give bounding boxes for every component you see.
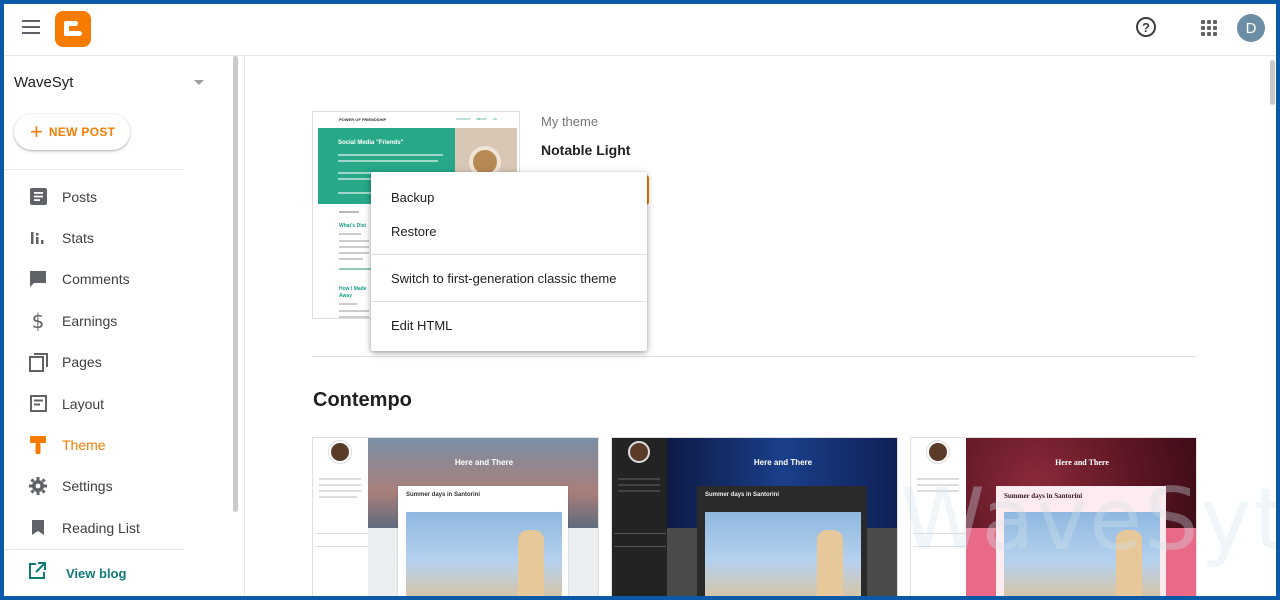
theme-icon	[28, 435, 48, 455]
gear-icon	[28, 476, 48, 496]
comments-icon	[28, 269, 48, 289]
blog-name[interactable]: WaveSyt	[14, 74, 73, 91]
sidebar-item-label: Pages	[62, 354, 102, 371]
card-header-title: Here and There	[1055, 458, 1109, 467]
sidebar-item-pages[interactable]: Pages	[0, 342, 232, 383]
my-theme-label: My theme	[541, 114, 599, 129]
bookmark-icon	[28, 518, 48, 538]
menu-item-switch-classic[interactable]: Switch to first-generation classic theme	[371, 261, 647, 295]
thumb-blog-title: POWER OF FRIENDSHIP	[339, 117, 387, 122]
section-title: Contempo	[313, 389, 412, 411]
sidebar: WaveSyt + NEW POST Posts Stats Comments	[0, 56, 240, 600]
account-avatar[interactable]: D	[1237, 14, 1265, 42]
pages-icon	[28, 352, 48, 372]
hamburger-menu-icon[interactable]	[22, 20, 40, 34]
sidebar-item-label: Settings	[62, 478, 113, 495]
main-scrollbar[interactable]	[1270, 60, 1275, 105]
theme-card[interactable]: Here and There Summer days in Santorini	[910, 437, 1197, 600]
view-blog-label: View blog	[66, 566, 127, 581]
sidebar-item-label: Comments	[62, 271, 130, 288]
dollar-icon: $	[31, 308, 45, 333]
sidebar-item-label: Theme	[62, 437, 106, 454]
menu-item-edit-html[interactable]: Edit HTML	[371, 308, 647, 342]
blog-switcher-caret-icon[interactable]	[194, 80, 204, 85]
posts-icon	[28, 187, 48, 207]
theme-actions-menu: Backup Restore Switch to first-generatio…	[371, 172, 647, 351]
thumb-post-title: What's Dist	[339, 223, 367, 229]
theme-card[interactable]: Here and There Summer days in Santorini	[312, 437, 599, 600]
sidebar-nav: Posts Stats Comments $ Earnings Pages La…	[0, 176, 232, 549]
menu-divider	[371, 301, 647, 302]
divider	[0, 169, 184, 170]
divider	[0, 549, 184, 550]
card-post-title: Summer days in Santorini	[705, 492, 780, 498]
view-blog-link[interactable]: View blog	[28, 562, 126, 585]
sidebar-item-settings[interactable]: Settings	[0, 466, 232, 507]
stats-icon	[28, 228, 48, 248]
sidebar-item-comments[interactable]: Comments	[0, 259, 232, 300]
sidebar-item-label: Layout	[62, 395, 105, 412]
sidebar-item-label: Stats	[62, 230, 94, 247]
thumb-hero-title: Social Media "Friends"	[338, 140, 404, 146]
new-post-label: NEW POST	[48, 125, 116, 139]
apps-grid-icon[interactable]	[1201, 20, 1217, 36]
menu-divider	[371, 254, 647, 255]
blogger-logo-icon[interactable]	[55, 11, 91, 47]
card-header-title: Here and There	[753, 458, 813, 467]
top-bar: ? D	[0, 0, 1280, 56]
sidebar-item-label: Earnings	[62, 312, 118, 329]
sidebar-item-label: Reading List	[62, 519, 140, 536]
sidebar-item-earnings[interactable]: $ Earnings	[0, 300, 232, 341]
thumb-nav: CONTACT ABOUT US	[456, 117, 497, 121]
layout-icon	[28, 394, 48, 414]
current-theme-name: Notable Light	[541, 142, 631, 158]
theme-card[interactable]: Here and There Summer days in Santorini	[611, 437, 898, 600]
open-external-icon	[28, 562, 46, 585]
sidebar-item-label: Posts	[62, 188, 98, 205]
plus-icon: +	[30, 119, 43, 144]
menu-item-backup[interactable]: Backup	[371, 180, 647, 214]
card-post-title: Summer days in Santorini	[1004, 492, 1083, 500]
sidebar-item-theme[interactable]: Theme	[0, 424, 232, 465]
thumb-post-title: How I Made Away	[339, 286, 367, 299]
help-icon[interactable]: ?	[1136, 17, 1156, 37]
menu-item-restore[interactable]: Restore	[371, 214, 647, 248]
sidebar-item-layout[interactable]: Layout	[0, 383, 232, 424]
card-post-title: Summer days in Santorini	[406, 492, 481, 498]
new-post-button[interactable]: + NEW POST	[14, 114, 130, 150]
sidebar-item-posts[interactable]: Posts	[0, 176, 232, 217]
card-header-title: Here and There	[454, 458, 514, 467]
divider	[312, 356, 1196, 357]
sidebar-item-stats[interactable]: Stats	[0, 217, 232, 258]
sidebar-item-reading-list[interactable]: Reading List	[0, 507, 232, 548]
sidebar-scrollbar[interactable]	[233, 56, 238, 512]
